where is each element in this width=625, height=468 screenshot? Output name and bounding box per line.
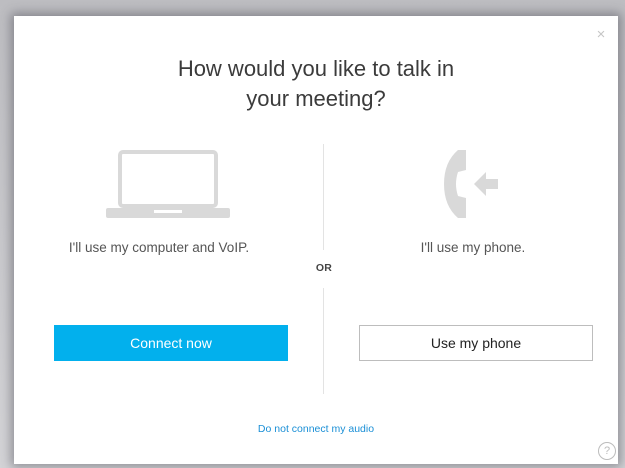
- vertical-divider-bottom: [323, 288, 324, 394]
- vertical-divider-top: [323, 144, 324, 250]
- title-line-1: How would you like to talk in: [177, 56, 455, 81]
- do-not-connect-audio-link[interactable]: Do not connect my audio: [14, 423, 618, 435]
- title-line-2: your meeting?: [246, 86, 386, 111]
- laptop-icon: [106, 150, 230, 218]
- audio-connection-dialog: × How would you like to talk in your mee…: [14, 16, 618, 464]
- phone-option-text: I'll use my phone.: [420, 240, 526, 255]
- computer-option-text: I'll use my computer and VoIP.: [68, 240, 250, 255]
- dialog-title: How would you like to talk in your meeti…: [14, 54, 618, 114]
- close-icon[interactable]: ×: [594, 27, 608, 42]
- help-icon[interactable]: ?: [598, 442, 616, 460]
- connect-now-button[interactable]: Connect now: [54, 325, 288, 361]
- use-my-phone-button[interactable]: Use my phone: [359, 325, 593, 361]
- phone-callback-icon: [444, 150, 498, 218]
